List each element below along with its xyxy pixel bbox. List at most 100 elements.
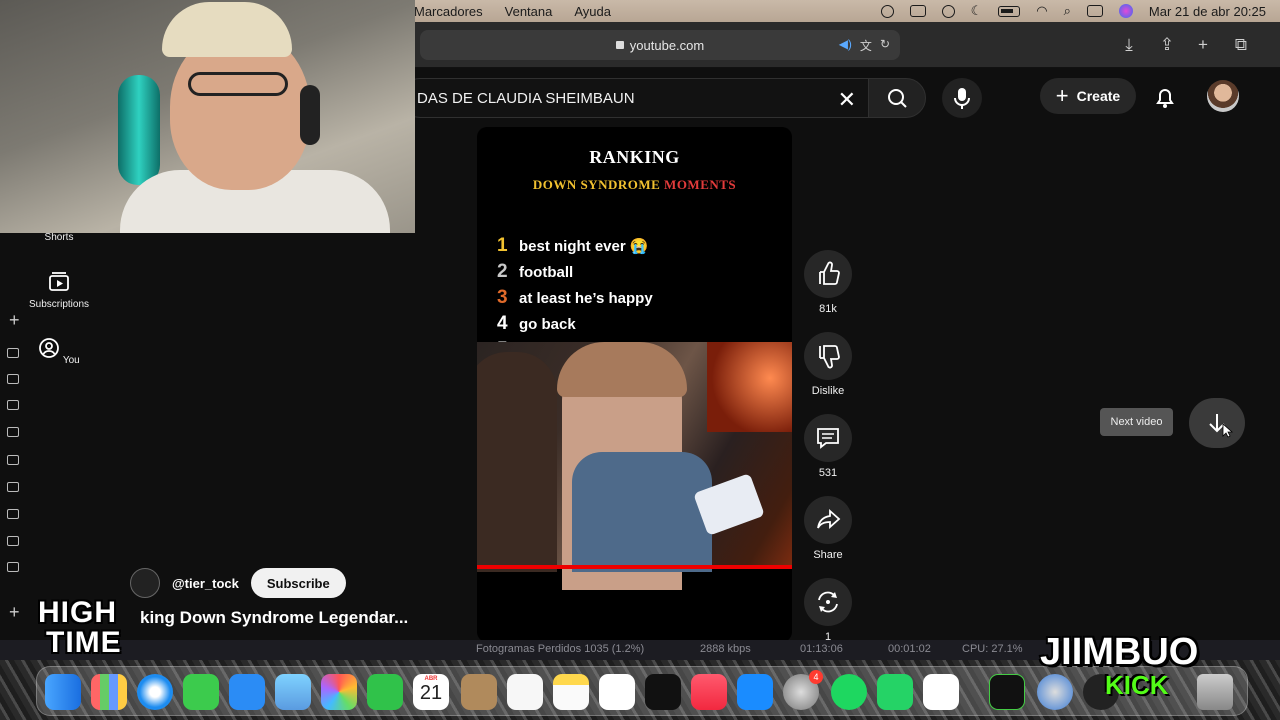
like-button[interactable]	[804, 250, 852, 298]
menu-bookmarks[interactable]: Marcadores	[414, 4, 483, 19]
photos-icon[interactable]	[321, 674, 357, 710]
reminders-icon[interactable]	[507, 674, 543, 710]
window-icon[interactable]	[909, 5, 926, 17]
channel-avatar[interactable]	[130, 568, 160, 598]
short-title-line2: DOWN SYNDROME MOMENTS	[477, 177, 792, 193]
screen-record-icon[interactable]	[880, 4, 894, 18]
obs-left-rail: + +	[0, 300, 24, 630]
subscribe-button[interactable]: Subscribe	[250, 568, 346, 598]
address-controls: ◀) 文 ↻	[839, 37, 890, 54]
battery-icon[interactable]	[998, 5, 1021, 17]
share-button[interactable]	[804, 496, 852, 544]
screen: Marcadores Ventana Ayuda ☾ ◠ ⌕ Mar 21 de…	[0, 0, 1280, 720]
apple-tv-icon[interactable]	[645, 674, 681, 710]
short-video-title[interactable]: king Down Syndrome Legendar...	[140, 608, 408, 628]
finder-icon[interactable]	[45, 674, 81, 710]
channel-handle[interactable]: @tier_tock	[172, 576, 239, 591]
add-source-icon[interactable]: +	[9, 310, 20, 331]
account-avatar[interactable]	[1207, 80, 1239, 112]
audio-playing-icon[interactable]: ◀)	[839, 37, 852, 54]
facetime-icon[interactable]	[367, 674, 403, 710]
siri-icon[interactable]	[1118, 4, 1133, 18]
short-title-part-b: MOMENTS	[664, 177, 737, 192]
share-icon[interactable]: ⇪	[1156, 34, 1178, 56]
next-video-button[interactable]	[1189, 398, 1245, 448]
notifications-bell-icon[interactable]	[1150, 82, 1180, 112]
messages-icon[interactable]	[183, 674, 219, 710]
short-title-part-a: DOWN SYNDROME	[532, 177, 661, 192]
safari-icon[interactable]	[137, 674, 173, 710]
app-store-icon[interactable]	[737, 674, 773, 710]
mail-icon[interactable]	[229, 674, 265, 710]
moon-icon[interactable]: ☾	[971, 3, 983, 19]
menu-window[interactable]: Ventana	[505, 4, 553, 19]
add-source-icon-2[interactable]: +	[9, 602, 20, 623]
system-settings-icon[interactable]: 4	[783, 670, 823, 710]
sidebar-item-shorts[interactable]: Shorts	[24, 232, 94, 243]
interviewee-hair	[557, 342, 687, 397]
wifi-icon[interactable]: ◠	[1036, 3, 1047, 19]
music-icon[interactable]	[691, 674, 727, 710]
dropped-frames: Fotogramas Perdidos 1035 (1.2%)	[476, 643, 645, 655]
display-icon[interactable]	[7, 455, 19, 465]
sidebar-label-you: You	[62, 355, 80, 366]
remix-button[interactable]	[804, 578, 852, 626]
launchpad-icon[interactable]	[91, 674, 127, 710]
sidebar-item-subscriptions[interactable]: Subscriptions	[24, 270, 94, 310]
maps-icon[interactable]	[275, 674, 311, 710]
ranking-item: 2 football	[497, 261, 653, 287]
camera-icon-2[interactable]	[7, 482, 19, 492]
dislike-button[interactable]	[804, 332, 852, 380]
capcut-icon[interactable]	[923, 674, 959, 710]
new-tab-icon[interactable]: +	[1192, 34, 1214, 56]
reload-icon[interactable]: ↻	[880, 37, 890, 54]
search-query: DAS DE CLAUDIA SHEIMBAUN	[417, 89, 635, 107]
translate-icon[interactable]: 文	[860, 37, 872, 54]
image-icon-2[interactable]	[7, 427, 19, 437]
search-button[interactable]	[868, 78, 926, 118]
voice-search-button[interactable]	[942, 78, 982, 118]
create-button[interactable]: + Create	[1040, 78, 1136, 114]
kick-logo-overlay: KICK	[1105, 670, 1169, 700]
bitrate: 2888 kbps	[700, 643, 751, 655]
ranking-number: 3	[497, 287, 508, 308]
freeform-icon[interactable]	[599, 674, 635, 710]
downloads-icon[interactable]: ⤓	[1118, 34, 1140, 56]
spotlight-search-icon[interactable]: ⌕	[1064, 3, 1071, 19]
monitor-icon[interactable]	[7, 536, 19, 546]
search-input[interactable]: DAS DE CLAUDIA SHEIMBAUN ✕	[400, 78, 870, 118]
sidebar-item-you[interactable]: You	[24, 337, 94, 366]
thumbs-up-icon	[819, 261, 840, 285]
whatsapp-icon[interactable]	[877, 674, 913, 710]
video-progress-bar[interactable]	[477, 565, 792, 569]
camera-icon[interactable]	[7, 374, 19, 384]
trash-icon[interactable]	[1197, 674, 1233, 710]
control-center-icon[interactable]	[1086, 5, 1103, 17]
short-video-player[interactable]: RANKING DOWN SYNDROME MOMENTS 1 best nig…	[477, 127, 792, 642]
menu-help[interactable]: Ayuda	[574, 4, 611, 19]
window-capture-icon[interactable]	[7, 509, 19, 519]
short-title-line1: RANKING	[589, 147, 680, 167]
denim-jacket	[572, 452, 712, 572]
notes-icon[interactable]	[553, 674, 589, 710]
menu-datetime[interactable]: Mar 21 de abr 20:25	[1149, 4, 1266, 19]
contacts-icon[interactable]	[461, 674, 497, 710]
ranking-text: at least he’s happy	[519, 290, 653, 307]
calendar-icon[interactable]: ABR 21	[413, 674, 449, 710]
ranking-number: 2	[497, 261, 508, 282]
play-icon[interactable]	[941, 4, 955, 18]
reporter-figure	[477, 352, 557, 572]
headphones-image	[300, 85, 320, 145]
sidebar-label-shorts: Shorts	[44, 232, 74, 243]
comments-button[interactable]	[804, 414, 852, 462]
record-time: 00:01:02	[888, 643, 931, 655]
quicktime-icon[interactable]	[1037, 674, 1073, 710]
image-icon-3[interactable]	[7, 562, 19, 572]
scene-icon[interactable]	[7, 348, 19, 358]
address-bar[interactable]: youtube.com ◀) 文 ↻	[420, 30, 900, 60]
clear-search-icon[interactable]: ✕	[838, 87, 856, 113]
image-icon[interactable]	[7, 400, 19, 410]
tab-overview-icon[interactable]: ⧉	[1230, 34, 1252, 56]
activity-monitor-icon[interactable]	[989, 674, 1025, 710]
spotify-icon[interactable]	[831, 674, 867, 710]
